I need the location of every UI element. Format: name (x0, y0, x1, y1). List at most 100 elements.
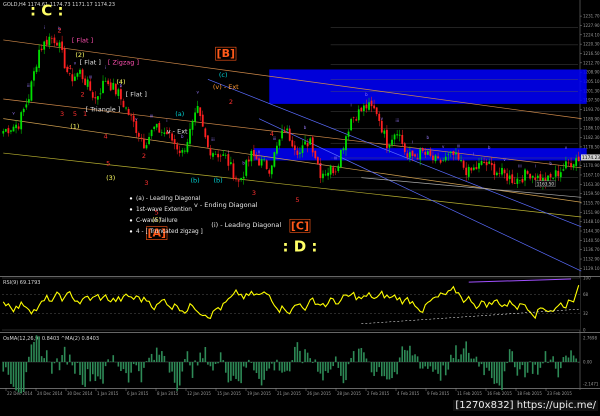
candle-body (17, 126, 20, 129)
candle-body (409, 152, 411, 158)
sub-wave-label: i (166, 118, 167, 123)
candle-body (467, 166, 470, 177)
candle-body (552, 177, 555, 179)
candle-body (526, 171, 529, 174)
candle-body (176, 144, 179, 150)
wave-label: (3) (106, 174, 115, 182)
candle-body (452, 151, 455, 155)
candle-body (112, 82, 115, 90)
price-tick-label: 1167.10 (583, 172, 600, 177)
wave-label: [C] (291, 219, 309, 232)
candle-body (235, 177, 237, 180)
candle-body (81, 69, 84, 80)
candle-body (362, 105, 365, 112)
candle-body (186, 141, 189, 153)
candle-body (43, 41, 46, 50)
candle-body (196, 106, 199, 113)
wave-label: 5 (73, 110, 77, 118)
price-tick-label: 1212.70 (583, 60, 600, 65)
candle-body (342, 148, 345, 151)
wave-label: (b) (214, 177, 223, 185)
candle-body (125, 107, 127, 109)
current-price-label: 1174.23 (582, 155, 600, 161)
sub-wave-label: iii (211, 137, 214, 142)
candle-body (7, 128, 10, 134)
candle-body (15, 124, 17, 129)
sub-wave-label: iii (150, 114, 153, 119)
candle-body (350, 118, 353, 131)
candle-body (293, 145, 296, 151)
sub-wave-label: i (473, 151, 474, 156)
candle-body (20, 112, 23, 130)
candle-body (2, 131, 5, 134)
candle-body (493, 163, 496, 175)
price-tick-label: 1148.10 (583, 219, 600, 224)
candle-body (35, 66, 38, 73)
time-tick-label: 1 Jan 2015 (97, 391, 119, 396)
candle-body (421, 148, 424, 152)
candle-body (204, 128, 207, 138)
chart-container: GOLD,H4 1174.61 1174.73 1171.17 1174.23 … (0, 0, 600, 412)
candle-body (71, 74, 74, 82)
candle-body (536, 175, 539, 179)
sub-wave-label: b (242, 161, 245, 166)
wave-label: 2 (229, 98, 233, 106)
sub-wave-label: i (351, 103, 352, 108)
wave-label: 4 (68, 63, 72, 71)
candle-body (531, 175, 534, 178)
sub-wave-label: iii (457, 143, 460, 148)
candle-body (416, 158, 419, 160)
candle-body (183, 150, 186, 152)
candle-body (498, 172, 501, 174)
candle-body (352, 117, 355, 118)
candle-body (245, 160, 248, 176)
candle-body (562, 169, 565, 171)
candle-body (276, 145, 278, 154)
candle-body (355, 119, 358, 121)
candle-body (73, 76, 76, 81)
watermark: [1270x832] https://upic.me/ (453, 400, 598, 411)
candle-body (567, 162, 570, 164)
candle-body (414, 154, 416, 157)
candle-body (470, 167, 473, 171)
candle-body (50, 38, 53, 39)
candle-body (242, 176, 245, 179)
wave-label: (a) (175, 110, 184, 118)
wave-label: 3 (144, 179, 148, 187)
candle-body (314, 150, 317, 159)
candle-body (58, 42, 61, 47)
candle-body (472, 167, 475, 170)
candle-body (122, 100, 125, 108)
osma-level-label: 0.00 (583, 360, 592, 365)
candle-body (163, 132, 166, 134)
candle-body (439, 159, 442, 163)
price-tick-label: 1163.30 (583, 182, 600, 187)
price-tick-label: 1189.90 (583, 116, 600, 121)
rsi-level-label: 100 (583, 276, 591, 281)
wave-label: (c) (219, 71, 228, 79)
candle-body (396, 134, 399, 136)
panel-divider (0, 332, 600, 333)
wave-label: v - Ending Diagonal (194, 201, 258, 209)
candle-body (260, 158, 263, 166)
time-tick-label: 6 Jan 2015 (127, 391, 149, 396)
candle-body (411, 150, 414, 156)
candle-body (485, 161, 488, 166)
candle-body (324, 174, 327, 176)
legend-bullet (129, 219, 133, 222)
candle-body (465, 167, 468, 176)
candle-body (76, 73, 79, 77)
candle-body (565, 161, 567, 169)
candle-body (253, 150, 255, 157)
candle-body (529, 173, 532, 179)
candle-body (4, 128, 7, 132)
price-tick-label: 1159.50 (583, 191, 600, 196)
candle-body (130, 115, 133, 116)
time-tick-label: 16 Feb 2015 (487, 391, 512, 396)
wave-label: 1 (83, 110, 87, 118)
candle-body (229, 162, 232, 165)
candle-body (462, 160, 465, 168)
candle-body (189, 128, 191, 144)
time-tick-label: 26 Jan 2015 (307, 391, 331, 396)
candle-body (524, 169, 526, 181)
